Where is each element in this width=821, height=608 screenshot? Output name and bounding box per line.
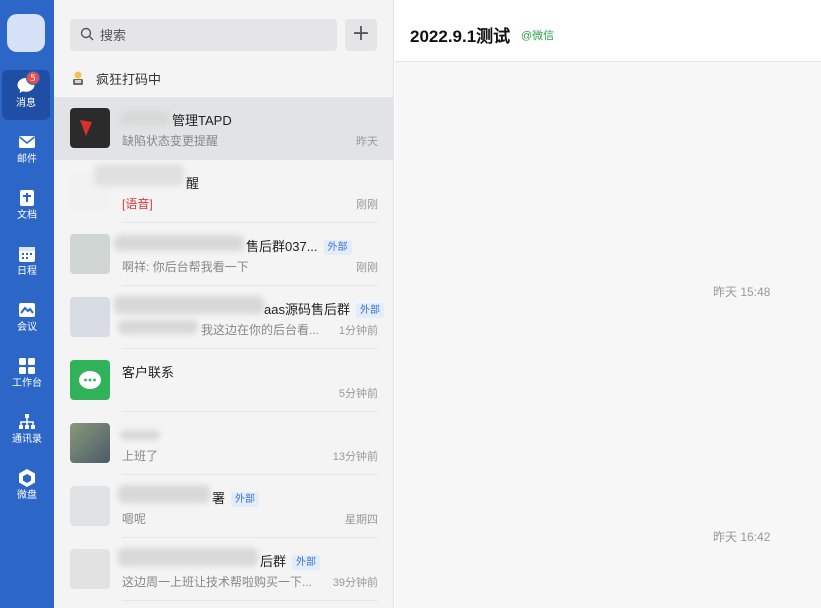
search-box[interactable] <box>70 19 337 51</box>
user-status[interactable]: 疯狂打码中 <box>70 68 161 88</box>
conversation-name-text: 署 <box>212 491 226 506</box>
conversation-name: 客户联系 <box>122 365 175 380</box>
rail-item-drive[interactable]: 微盘 <box>0 462 54 512</box>
rail-item-label: 工作台 <box>12 378 42 389</box>
conversation-time: 刚刚 <box>356 199 378 211</box>
conversation-item[interactable]: 售后群037... 外部 啊祥: 你后台帮我看一下 刚刚 <box>54 223 394 286</box>
conversation-item[interactable]: 署外部 嗯呢 星期四 <box>54 475 394 538</box>
rail-item-label: 微盘 <box>17 490 37 501</box>
message-timestamp: 昨天 16:42 <box>713 530 771 544</box>
group-avatar <box>70 234 110 274</box>
workbench-icon <box>19 358 35 374</box>
contacts-icon <box>19 414 35 429</box>
meeting-icon <box>19 303 35 317</box>
document-icon <box>20 190 34 206</box>
conversation-time: 13分钟前 <box>332 451 378 463</box>
external-tag: 外部 <box>355 303 384 318</box>
conversation-name: 署外部 <box>212 488 260 507</box>
avatar <box>70 108 110 148</box>
chat-bubble-icon <box>79 371 101 389</box>
rail-item-label: 消息 <box>16 98 36 109</box>
avatar <box>70 360 110 400</box>
rail-item-label: 文档 <box>17 210 37 221</box>
conversation-time: 5分钟前 <box>338 388 378 400</box>
add-button[interactable]: + <box>345 19 377 51</box>
conversation-time: 刚刚 <box>356 262 378 274</box>
external-tag: 外部 <box>323 240 352 255</box>
conversation-item[interactable]: 上班了 13分钟前 <box>54 412 394 475</box>
mail-icon <box>19 136 35 148</box>
rail-item-label: 邮件 <box>17 154 37 165</box>
chat-source-label: @微信 <box>521 30 555 42</box>
conversation-preview: 嗯呢 <box>122 512 147 526</box>
conversation-item[interactable]: 管理TAPD 缺陷状态变更提醒 昨天 <box>54 97 394 160</box>
tapd-logo-icon <box>80 120 92 136</box>
conversation-preview: 这边周一上班让技术帮啦购买一下... <box>122 575 313 589</box>
rail-item-mail[interactable]: 邮件 <box>0 126 54 176</box>
divider <box>122 600 378 601</box>
chat-title[interactable]: 2022.9.1测试 <box>410 22 510 47</box>
conversation-list-panel: + 疯狂打码中 管理TAPD 缺陷状态变更提醒 昨天 醒 [语音] 刚刚 售后群… <box>54 0 394 608</box>
message-timestamp: 昨天 15:48 <box>713 285 771 299</box>
conversation-name-text: 后群 <box>260 554 287 569</box>
group-avatar <box>70 549 110 589</box>
rail-item-messages[interactable]: 5 消息 <box>2 70 50 120</box>
conversation-preview: [语音] <box>122 197 153 211</box>
rail-item-label: 日程 <box>17 266 37 277</box>
conversation-preview: 啊祥: 你后台帮我看一下 <box>122 260 249 274</box>
conversation-item[interactable]: 后群 外部 这边周一上班让技术帮啦购买一下... 39分钟前 <box>54 538 394 601</box>
conversation-item[interactable]: 客户联系 5分钟前 <box>54 349 394 412</box>
conversation-time: 星期四 <box>345 514 378 526</box>
conversation-name-text: 售后群037... <box>246 239 318 254</box>
status-text: 疯狂打码中 <box>96 71 162 87</box>
coder-status-icon <box>73 71 83 85</box>
app-logo <box>7 14 45 52</box>
conversation-time: 39分钟前 <box>332 577 378 589</box>
rail-item-calendar[interactable]: 日程 <box>0 238 54 288</box>
conversation-time: 1分钟前 <box>338 325 378 337</box>
drive-icon <box>19 469 35 487</box>
conversation-item[interactable]: aas源码售后群 外部 我这边在你的后台看... 1分钟前 <box>54 286 394 349</box>
chat-panel: 2022.9.1测试 @微信 昨天 15:48 昨天 16:42 <box>395 0 821 608</box>
conversation-name: 管理TAPD <box>172 113 232 128</box>
conversation-preview: 上班了 <box>122 449 159 463</box>
group-avatar <box>70 297 110 337</box>
group-avatar <box>70 486 110 526</box>
conversation-name: 售后群037... 外部 <box>246 236 352 255</box>
conversation-preview: 我这边在你的后台看... <box>201 323 320 337</box>
rail-item-label: 会议 <box>17 322 37 333</box>
rail-item-docs[interactable]: 文档 <box>0 182 54 232</box>
search-input[interactable] <box>100 24 320 46</box>
avatar <box>70 423 110 463</box>
search-icon <box>80 27 94 41</box>
rail-item-label: 通讯录 <box>12 434 42 445</box>
external-tag: 外部 <box>231 492 260 507</box>
conversation-name-text: aas源码售后群 <box>264 302 350 317</box>
rail-item-meeting[interactable]: 会议 <box>0 294 54 344</box>
conversation-time: 昨天 <box>356 136 378 148</box>
plus-icon: + <box>351 21 371 46</box>
chat-header: 2022.9.1测试 @微信 <box>395 0 821 62</box>
conversation-name: 后群 外部 <box>260 551 321 570</box>
calendar-icon <box>19 247 35 262</box>
external-tag: 外部 <box>292 555 321 570</box>
rail-item-workbench[interactable]: 工作台 <box>0 350 54 400</box>
conversation-item[interactable]: 醒 [语音] 刚刚 <box>54 160 394 223</box>
unread-badge: 5 <box>26 71 40 85</box>
conversation-name: 醒 <box>186 176 200 191</box>
left-rail: 5 消息 邮件 文档 日程 会议 工作台 通讯录 微盘 <box>0 0 54 608</box>
conversation-preview: 缺陷状态变更提醒 <box>122 134 219 148</box>
conversation-name: aas源码售后群 外部 <box>264 299 384 318</box>
rail-item-contacts[interactable]: 通讯录 <box>0 406 54 456</box>
